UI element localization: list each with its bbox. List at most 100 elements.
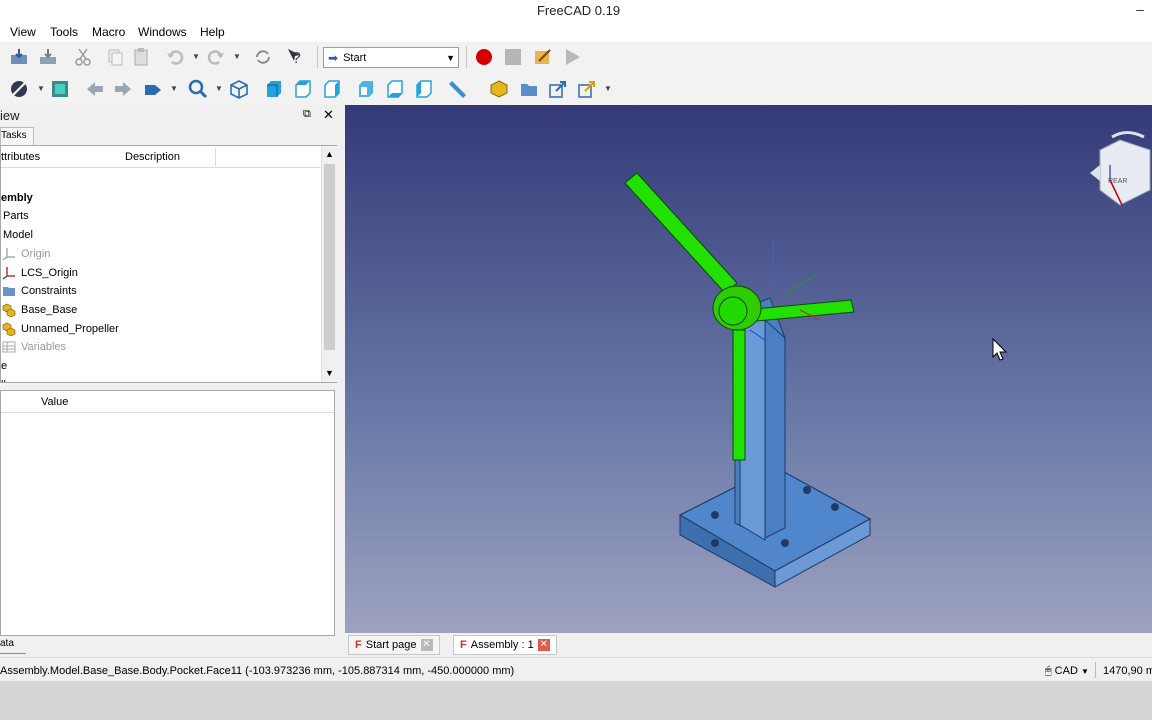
forward-icon[interactable] [111, 77, 135, 101]
tab-assembly[interactable]: F Assembly : 1 ✕ [453, 635, 557, 655]
arrow-right-icon: ➡ [328, 50, 339, 65]
tree-item-label: LCS_Origin [21, 266, 78, 279]
freecad-icon: F [355, 639, 362, 651]
scroll-up-icon[interactable]: ▲ [325, 149, 334, 159]
refresh-icon[interactable] [251, 45, 275, 69]
minimize-button[interactable]: – [1136, 1, 1144, 17]
fit-all-icon[interactable] [186, 77, 210, 101]
back-icon[interactable] [83, 77, 107, 101]
tab-start-page[interactable]: F Start page ✕ [348, 635, 440, 655]
column-divider [215, 148, 216, 166]
mouse-cursor [992, 337, 1008, 361]
isometric-view-icon[interactable] [227, 77, 251, 101]
left-view-icon[interactable] [412, 77, 436, 101]
navigation-style-selector[interactable]: 🖱 CAD ▼ [1045, 665, 1089, 678]
tree-item[interactable]: ller [1, 376, 16, 382]
tree-item[interactable]: Origin [1, 245, 50, 263]
model-tree[interactable]: ttributes Description embly Parts Model Ori… [0, 145, 337, 383]
toolbar-separator [466, 46, 467, 68]
tree-scrollbar[interactable]: ▲ ▼ [321, 146, 337, 382]
part-link-icon [1, 322, 17, 336]
whats-this-icon[interactable]: ? [284, 45, 308, 69]
macro-record-icon[interactable] [472, 45, 496, 69]
tree-item[interactable]: Parts [1, 207, 29, 225]
menu-tools[interactable]: Tools [50, 25, 78, 39]
menu-help[interactable]: Help [200, 25, 225, 39]
mouse-icon: 🖱 [1045, 665, 1052, 677]
status-bar: Assembly.Model.Base_Base.Body.Pocket.Fac… [0, 657, 1152, 681]
property-column-value[interactable]: Value [41, 396, 68, 408]
measure-distance-icon[interactable] [446, 77, 470, 101]
column-header-label[interactable]: ttributes [1, 151, 40, 163]
tab-label: Start page [365, 639, 417, 651]
scrollbar-thumb[interactable] [324, 164, 335, 350]
tree-item[interactable]: Variables [1, 338, 66, 356]
tab-tasks[interactable]: Tasks [0, 127, 34, 145]
status-divider [1095, 662, 1096, 678]
tree-item-label: Model [3, 229, 33, 242]
copy-icon[interactable] [103, 45, 127, 69]
scroll-down-icon[interactable]: ▼ [325, 368, 334, 378]
3d-viewport[interactable]: REAR [345, 105, 1152, 633]
right-view-icon[interactable] [320, 77, 344, 101]
make-link-icon[interactable] [546, 77, 570, 101]
tree-item[interactable]: e [1, 357, 7, 375]
undock-icon[interactable]: ⧉ [303, 108, 311, 121]
bottom-view-icon[interactable] [383, 77, 407, 101]
navigation-cube[interactable]: REAR [1090, 131, 1151, 206]
draw-style-dropdown-icon[interactable]: ▼ [37, 84, 45, 93]
combo-view-title: iew [0, 108, 20, 123]
macro-run-icon[interactable] [560, 45, 584, 69]
front-view-icon[interactable] [262, 77, 286, 101]
chevron-down-icon: ▼ [1080, 667, 1089, 676]
open-icon[interactable] [7, 45, 31, 69]
sync-view-dropdown-icon[interactable]: ▼ [170, 84, 178, 93]
undo-dropdown-icon[interactable]: ▼ [192, 52, 200, 61]
view-toolbar: ▼ ▼ ▼ ▼ [0, 73, 1152, 105]
cut-icon[interactable] [71, 45, 95, 69]
tree-item[interactable]: Model [1, 226, 33, 244]
sync-view-icon[interactable] [141, 77, 165, 101]
redo-dropdown-icon[interactable]: ▼ [233, 52, 241, 61]
part-link-icon [1, 303, 17, 317]
document-tabs: F Start page ✕ F Assembly : 1 ✕ [345, 633, 1152, 657]
tree-item-label: embly [1, 191, 33, 204]
tree-item[interactable]: LCS_Origin [1, 264, 78, 282]
tab-data[interactable]: ata [0, 638, 26, 654]
link-actions-icon[interactable] [575, 77, 599, 101]
undo-icon[interactable] [163, 45, 187, 69]
tree-item-label: Unnamed_Propeller [21, 322, 119, 335]
menu-view[interactable]: View [10, 25, 36, 39]
close-tab-icon[interactable]: ✕ [420, 639, 433, 651]
draw-style-icon[interactable] [7, 77, 31, 101]
redo-icon[interactable] [204, 45, 228, 69]
close-tab-icon[interactable]: ✕ [537, 639, 550, 651]
status-message: Assembly.Model.Base_Base.Body.Pocket.Fac… [0, 665, 515, 677]
fit-dropdown-icon[interactable]: ▼ [215, 84, 223, 93]
top-view-icon[interactable] [291, 77, 315, 101]
rear-view-icon[interactable] [354, 77, 378, 101]
tree-item[interactable]: embly [1, 189, 33, 207]
tree-item[interactable]: Unnamed_Propeller [1, 320, 119, 338]
tree-item[interactable]: Base_Base [1, 301, 77, 319]
navigation-style-label: CAD [1054, 665, 1078, 677]
tree-header: ttributes Description [1, 146, 321, 168]
tree-item[interactable]: Constraints [1, 282, 77, 300]
link-actions-dropdown-icon[interactable]: ▼ [604, 84, 612, 93]
macro-edit-icon[interactable] [531, 45, 555, 69]
toolbar-separator [317, 46, 318, 68]
create-group-icon[interactable] [517, 77, 541, 101]
menu-windows[interactable]: Windows [138, 25, 187, 39]
base-part[interactable] [678, 297, 872, 588]
bounding-box-icon[interactable] [48, 77, 72, 101]
column-header-description[interactable]: Description [125, 151, 180, 163]
menu-macro[interactable]: Macro [92, 25, 125, 39]
paste-icon[interactable] [129, 45, 153, 69]
save-as-icon[interactable] [36, 45, 60, 69]
macro-stop-icon[interactable] [501, 45, 525, 69]
close-icon[interactable]: ✕ [323, 107, 334, 123]
create-part-icon[interactable] [487, 77, 511, 101]
workbench-selector[interactable]: ➡ Start ▼ [323, 47, 459, 68]
propeller-part[interactable] [624, 172, 855, 461]
property-view[interactable]: Value [0, 390, 335, 636]
